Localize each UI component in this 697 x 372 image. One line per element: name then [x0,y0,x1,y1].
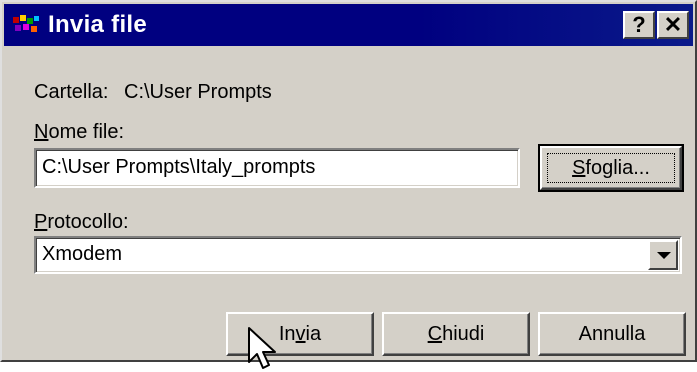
folder-label: Cartella: [34,81,109,103]
help-button[interactable]: ? [623,11,655,39]
chevron-down-icon[interactable] [648,240,678,270]
browse-label: Sfoglia... [572,157,650,179]
send-file-dialog: Invia file ? ✕ Cartella: C:\User Prompts… [0,0,697,362]
protocol-select[interactable]: Xmodem [34,236,682,274]
browse-button[interactable]: Sfoglia... [538,144,684,192]
filename-label: Nome file: [34,121,125,143]
window-title: Invia file [48,11,148,38]
close-button[interactable]: ✕ [657,11,689,39]
protocol-label: Protocollo: [34,211,129,233]
title-bar[interactable]: Invia file ? ✕ [4,4,693,46]
help-icon: ? [632,12,646,37]
cancel-button[interactable]: Annulla [538,312,686,356]
close-dialog-label: Chiudi [427,323,485,345]
protocol-value: Xmodem [42,243,123,265]
mouse-pointer-icon [248,327,276,369]
app-icon [13,15,39,32]
filename-value: C:\User Prompts\Italy_prompts [42,156,316,178]
close-dialog-button[interactable]: Chiudi [382,312,530,356]
filename-input[interactable]: C:\User Prompts\Italy_prompts [34,148,520,188]
cancel-label: Annulla [578,323,646,345]
close-icon: ✕ [663,12,683,37]
folder-path: C:\User Prompts [124,81,272,103]
